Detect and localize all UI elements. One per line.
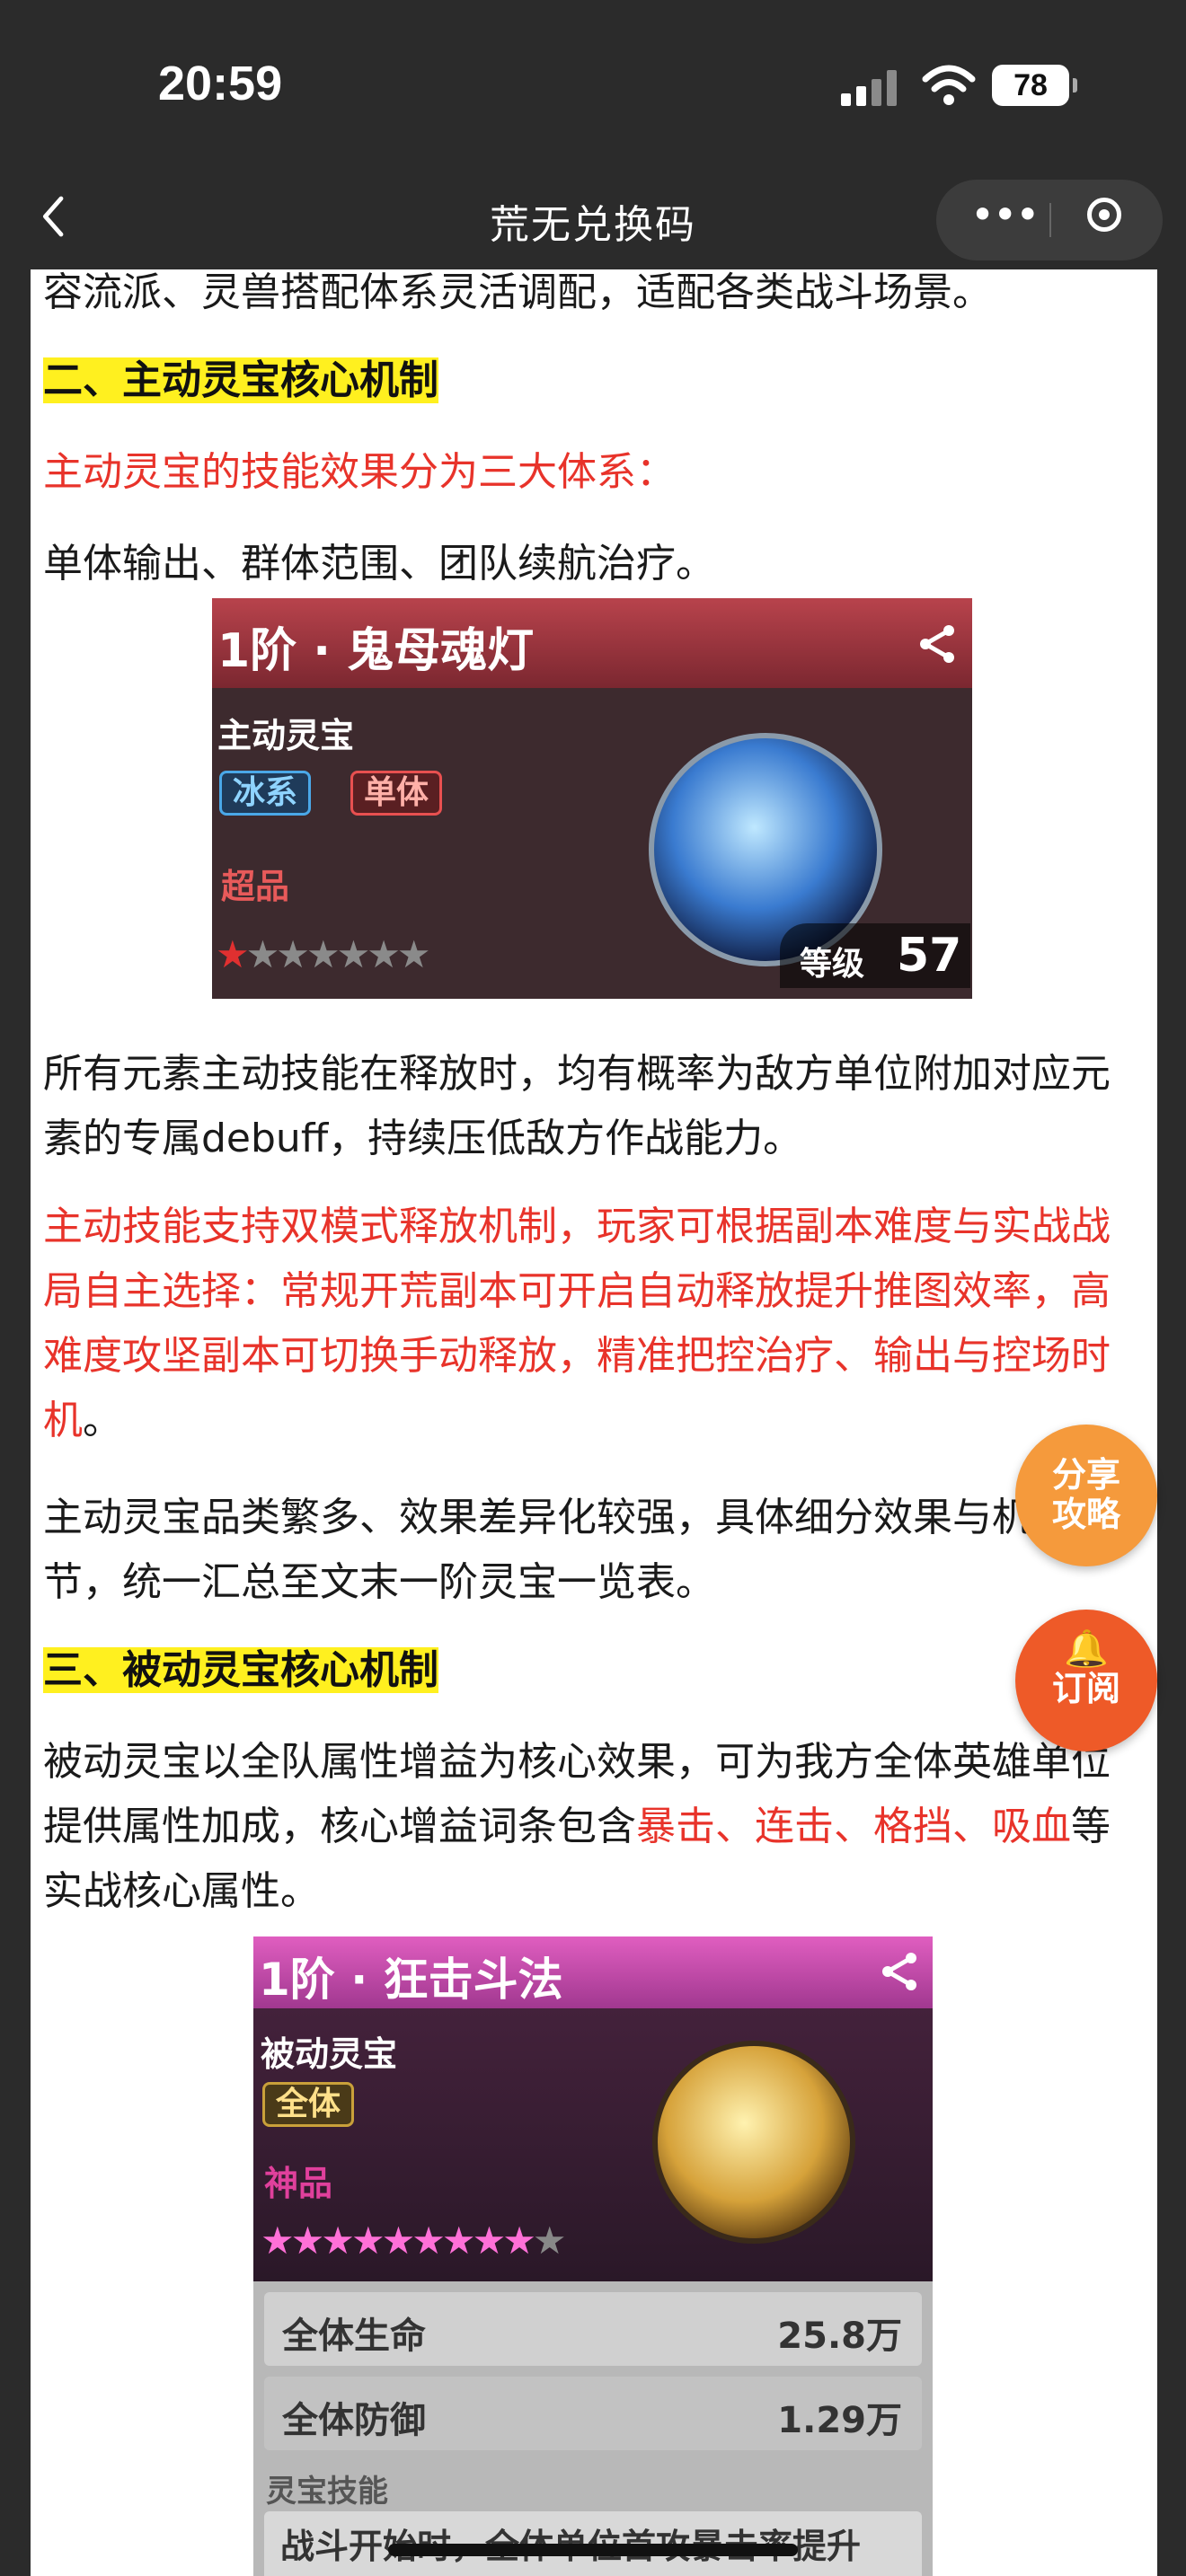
star-rating: ★★★★★★★★★★ bbox=[261, 2219, 566, 2263]
skill-label: 灵宝技能 bbox=[266, 2474, 388, 2510]
status-bar: 20:59 78 bbox=[0, 0, 1186, 171]
stat-value: 1.29万 bbox=[777, 2400, 902, 2441]
paragraph-active-summary: 主动灵宝品类繁多、效果差异化较强，具体细分效果与机制细节，统一汇总至文末一阶灵宝… bbox=[43, 1495, 1111, 1605]
artifact-card-passive[interactable]: 1阶 · 狂击斗法 被动灵宝 全体 神品 ★★★★★★★★★★ 全体生命 25.… bbox=[253, 1936, 933, 2576]
target-icon[interactable] bbox=[1087, 198, 1121, 232]
home-indicator bbox=[388, 2544, 798, 2556]
bell-icon: 🔔 bbox=[1064, 1628, 1109, 1670]
stat-value: 25.8万 bbox=[777, 2316, 902, 2357]
stat-name: 全体防御 bbox=[282, 2400, 426, 2441]
card-type: 被动灵宝 bbox=[261, 2034, 398, 2074]
wifi-icon bbox=[922, 63, 976, 108]
status-time: 20:59 bbox=[158, 57, 283, 110]
card-grade: 神品 bbox=[264, 2164, 333, 2203]
battery-indicator: 78 bbox=[992, 65, 1077, 106]
star-rating: ★★★★★★★ bbox=[216, 932, 431, 976]
section-heading-active: 二、主动灵宝核心机制 bbox=[43, 357, 438, 403]
card-grade: 超品 bbox=[221, 867, 290, 906]
card-title: 1阶 · 鬼母魂灯 bbox=[217, 624, 535, 678]
card-type: 主动灵宝 bbox=[217, 716, 355, 755]
paragraph-intro-tail: 容流派、灵兽搭配体系灵活调配，适配各类战斗场景。 bbox=[43, 269, 992, 315]
tag-target: 单体 bbox=[350, 771, 443, 816]
paragraph-passive: 被动灵宝以全队属性增益为核心效果，可为我方全体英雄单位提供属性加成，核心增益词条… bbox=[43, 1730, 1139, 1924]
share-icon[interactable] bbox=[915, 622, 960, 666]
paragraph-release-mode: 主动技能支持双模式释放机制，玩家可根据副本难度与实战战局自主选择：常规开荒副本可… bbox=[43, 1195, 1139, 1453]
level-label: 等级 bbox=[800, 946, 865, 983]
paragraph-active-types: 单体输出、群体范围、团队续航治疗。 bbox=[43, 541, 715, 587]
tag-element: 冰系 bbox=[219, 771, 312, 816]
tag-target: 全体 bbox=[262, 2082, 355, 2127]
section-heading-passive: 三、被动灵宝核心机制 bbox=[43, 1647, 438, 1693]
capsule-divider bbox=[1049, 203, 1051, 237]
stat-row: 全体生命 25.8万 bbox=[264, 2292, 922, 2366]
subscribe-label: 订阅 bbox=[1051, 1669, 1120, 1708]
sword-artifact-icon bbox=[652, 2041, 855, 2244]
subscribe-button[interactable]: 🔔 订阅 bbox=[1015, 1610, 1157, 1751]
passive-keywords: 暴击、连击、格挡、吸血 bbox=[636, 1804, 1071, 1849]
article-page: 容流派、灵兽搭配体系灵活调配，适配各类战斗场景。 二、主动灵宝核心机制 主动灵宝… bbox=[31, 269, 1157, 2576]
paragraph-active-systems: 主动灵宝的技能效果分为三大体系： bbox=[43, 449, 676, 495]
nav-bar: 荒无兑换码 ••• bbox=[0, 171, 1186, 269]
level-value: 57 bbox=[897, 929, 962, 983]
level-badge: 等级 57 bbox=[780, 923, 970, 988]
stat-row: 全体防御 1.29万 bbox=[264, 2377, 922, 2450]
share-icon[interactable] bbox=[877, 1949, 922, 1994]
stat-name: 全体生命 bbox=[282, 2316, 426, 2357]
paragraph-debuff: 所有元素主动技能在释放时，均有概率为敌方单位附加对应元素的专属debuff，持续… bbox=[43, 1051, 1111, 1161]
share-guide-button[interactable]: 分享攻略 bbox=[1015, 1425, 1157, 1566]
mini-program-capsule: ••• bbox=[936, 180, 1163, 260]
release-mode-period: 。 bbox=[83, 1398, 122, 1443]
more-dots-icon[interactable]: ••• bbox=[970, 190, 1040, 239]
signal-icon bbox=[841, 70, 898, 106]
release-mode-text: 主动技能支持双模式释放机制，玩家可根据副本难度与实战战局自主选择：常规开荒副本可… bbox=[43, 1204, 1111, 1443]
share-guide-label: 分享攻略 bbox=[1051, 1455, 1120, 1534]
artifact-card-active[interactable]: 1阶 · 鬼母魂灯 主动灵宝 冰系 单体 超品 ★★★★★★★ 等级 57 bbox=[212, 598, 972, 999]
card-title: 1阶 · 狂击斗法 bbox=[259, 1954, 563, 2006]
